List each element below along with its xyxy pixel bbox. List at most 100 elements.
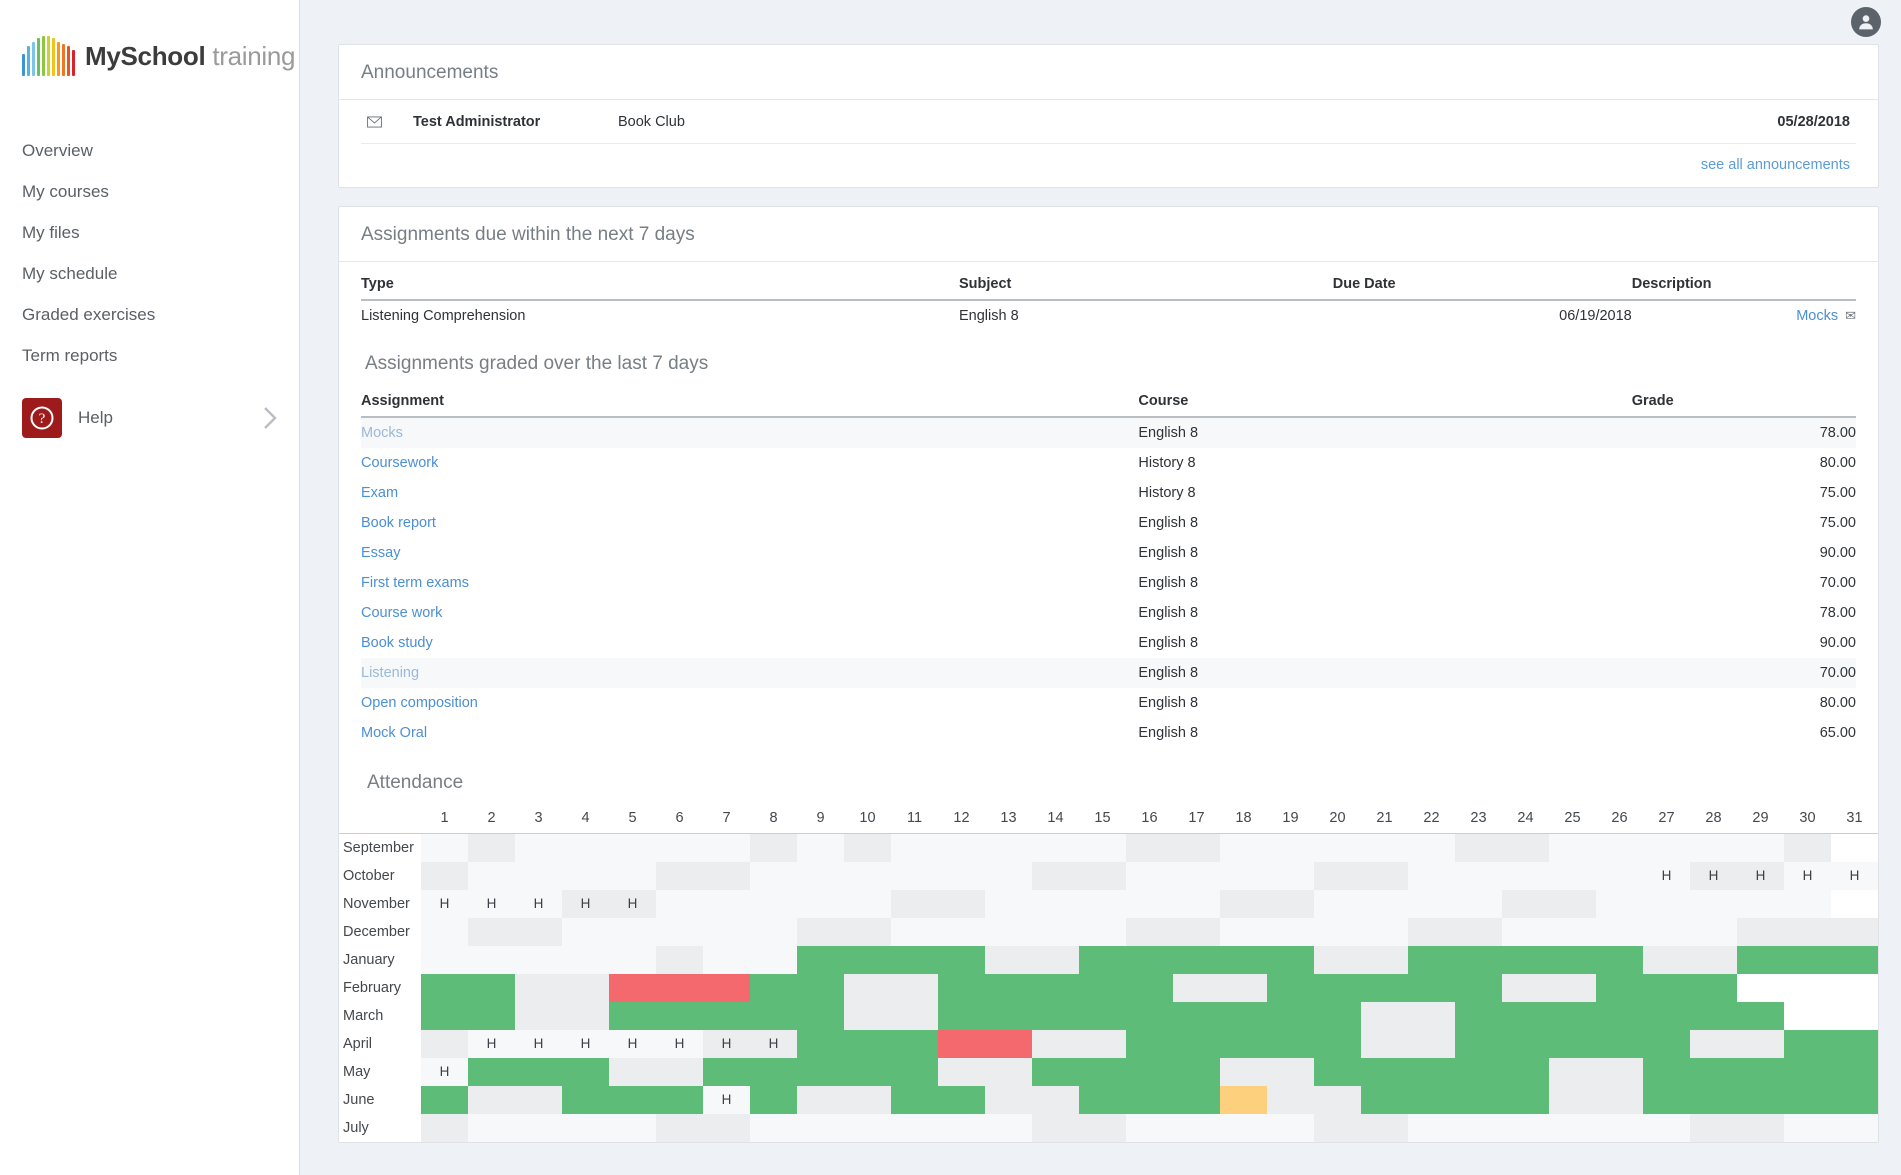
attendance-cell[interactable]: [1455, 861, 1502, 890]
attendance-cell[interactable]: [1784, 1057, 1831, 1086]
attendance-cell[interactable]: [844, 1057, 891, 1086]
attendance-cell[interactable]: H: [1831, 861, 1878, 890]
attendance-cell[interactable]: [1079, 1057, 1126, 1086]
table-row[interactable]: Coursework History 8 80.00: [361, 448, 1856, 478]
attendance-cell[interactable]: [1126, 833, 1173, 862]
attendance-cell[interactable]: [703, 973, 750, 1002]
attendance-cell[interactable]: [515, 833, 562, 862]
attendance-cell[interactable]: [515, 861, 562, 890]
attendance-cell[interactable]: [1596, 889, 1643, 918]
attendance-cell[interactable]: [844, 889, 891, 918]
attendance-cell[interactable]: [609, 1057, 656, 1086]
attendance-cell[interactable]: [750, 917, 797, 946]
attendance-cell[interactable]: H: [609, 889, 656, 918]
attendance-cell[interactable]: [468, 861, 515, 890]
attendance-cell[interactable]: [797, 1057, 844, 1086]
attendance-cell[interactable]: [1737, 945, 1784, 974]
attendance-cell[interactable]: [750, 861, 797, 890]
attendance-cell[interactable]: [1737, 833, 1784, 862]
attendance-cell[interactable]: [1314, 973, 1361, 1002]
attendance-cell[interactable]: [1267, 1057, 1314, 1086]
attendance-cell[interactable]: [1737, 917, 1784, 946]
attendance-cell[interactable]: [1408, 861, 1455, 890]
assignment-link[interactable]: Book study: [361, 635, 433, 651]
attendance-cell[interactable]: H: [750, 1029, 797, 1058]
attendance-cell[interactable]: [1690, 1113, 1737, 1142]
attendance-cell[interactable]: [1502, 861, 1549, 890]
attendance-cell[interactable]: [468, 1085, 515, 1114]
see-all-announcements-link[interactable]: see all announcements: [1701, 157, 1850, 173]
attendance-cell[interactable]: H: [421, 1057, 468, 1086]
attendance-cell[interactable]: [703, 1113, 750, 1142]
attendance-cell[interactable]: [938, 1113, 985, 1142]
attendance-cell[interactable]: [1032, 1085, 1079, 1114]
attendance-cell[interactable]: [891, 1001, 938, 1030]
attendance-cell[interactable]: [1455, 1113, 1502, 1142]
attendance-cell[interactable]: [1408, 973, 1455, 1002]
attendance-cell[interactable]: [468, 1057, 515, 1086]
sidebar-item-overview[interactable]: Overview: [0, 130, 299, 171]
attendance-cell[interactable]: H: [562, 1029, 609, 1058]
attendance-cell[interactable]: [1690, 945, 1737, 974]
attendance-cell[interactable]: [1643, 1001, 1690, 1030]
attendance-cell[interactable]: [1502, 945, 1549, 974]
attendance-cell[interactable]: [609, 861, 656, 890]
attendance-cell[interactable]: [1831, 945, 1878, 974]
attendance-cell[interactable]: [515, 1085, 562, 1114]
attendance-cell[interactable]: [750, 1001, 797, 1030]
attendance-cell[interactable]: [1455, 945, 1502, 974]
attendance-cell[interactable]: [515, 945, 562, 974]
attendance-cell[interactable]: [844, 861, 891, 890]
attendance-cell[interactable]: [656, 861, 703, 890]
attendance-cell[interactable]: [421, 1085, 468, 1114]
attendance-cell[interactable]: [421, 917, 468, 946]
attendance-cell[interactable]: [1079, 1001, 1126, 1030]
attendance-cell[interactable]: [938, 1001, 985, 1030]
attendance-cell[interactable]: H: [515, 1029, 562, 1058]
attendance-cell[interactable]: [1502, 833, 1549, 862]
attendance-cell[interactable]: [891, 1113, 938, 1142]
user-avatar-icon[interactable]: [1851, 7, 1881, 37]
attendance-cell[interactable]: [1596, 861, 1643, 890]
attendance-cell[interactable]: [1267, 833, 1314, 862]
attendance-cell[interactable]: [938, 917, 985, 946]
attendance-cell[interactable]: H: [421, 889, 468, 918]
attendance-cell[interactable]: [703, 945, 750, 974]
attendance-cell[interactable]: [1455, 973, 1502, 1002]
attendance-cell[interactable]: [1549, 1085, 1596, 1114]
attendance-cell[interactable]: [703, 917, 750, 946]
attendance-cell[interactable]: [1173, 1057, 1220, 1086]
attendance-cell[interactable]: [1549, 1113, 1596, 1142]
attendance-cell[interactable]: [1831, 1029, 1878, 1058]
table-row[interactable]: Exam History 8 75.00: [361, 478, 1856, 508]
attendance-cell[interactable]: [891, 945, 938, 974]
attendance-cell[interactable]: [1220, 1001, 1267, 1030]
assignment-link[interactable]: Coursework: [361, 455, 438, 471]
attendance-cell[interactable]: [562, 945, 609, 974]
attendance-cell[interactable]: [1549, 861, 1596, 890]
attendance-cell[interactable]: [1455, 1057, 1502, 1086]
attendance-cell[interactable]: [609, 833, 656, 862]
attendance-cell[interactable]: [1455, 833, 1502, 862]
attendance-cell[interactable]: [1314, 945, 1361, 974]
attendance-cell[interactable]: [609, 1001, 656, 1030]
attendance-cell[interactable]: [1737, 1085, 1784, 1114]
attendance-cell[interactable]: [1408, 889, 1455, 918]
attendance-cell[interactable]: [1596, 1113, 1643, 1142]
attendance-cell[interactable]: H: [1690, 861, 1737, 890]
attendance-cell[interactable]: [1408, 1029, 1455, 1058]
attendance-cell[interactable]: [1784, 833, 1831, 862]
attendance-cell[interactable]: [938, 973, 985, 1002]
attendance-cell[interactable]: [797, 945, 844, 974]
attendance-cell[interactable]: [797, 1001, 844, 1030]
attendance-cell[interactable]: [421, 973, 468, 1002]
attendance-cell[interactable]: [750, 1057, 797, 1086]
attendance-cell[interactable]: [1643, 1029, 1690, 1058]
attendance-cell[interactable]: [1408, 1001, 1455, 1030]
attendance-cell[interactable]: [1126, 945, 1173, 974]
attendance-cell[interactable]: [656, 1085, 703, 1114]
attendance-cell[interactable]: [1549, 833, 1596, 862]
attendance-cell[interactable]: H: [1643, 861, 1690, 890]
attendance-cell[interactable]: [515, 1057, 562, 1086]
attendance-cell[interactable]: [1737, 1057, 1784, 1086]
